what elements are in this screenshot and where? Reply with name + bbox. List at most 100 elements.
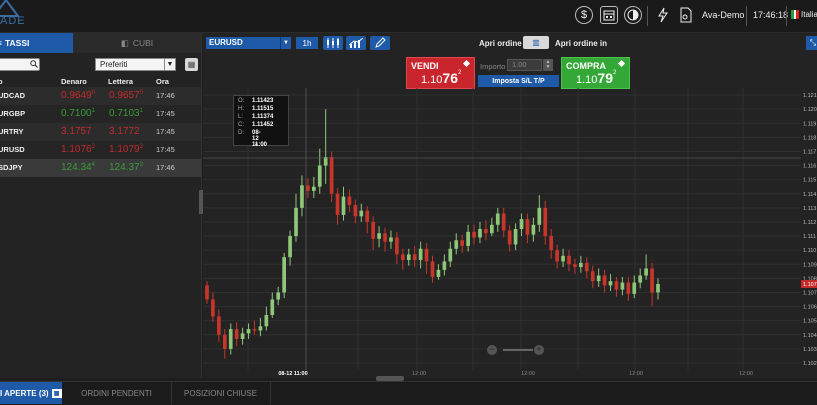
candle-body[interactable] (217, 316, 221, 335)
candle-body[interactable] (323, 157, 328, 166)
candle-body[interactable] (454, 240, 459, 249)
chevron-down-icon[interactable]: ▼ (164, 59, 175, 70)
tab-closed-positions[interactable]: POSIZIONI CHIUSE (171, 382, 271, 404)
candle-body[interactable] (602, 275, 607, 286)
rate-row[interactable]: UDCAD 0.96490 0.96570 17:46 (0, 87, 201, 105)
theme-toggle-icon[interactable] (624, 6, 642, 24)
rate-row[interactable]: SDJPY 124.344 124.373 17:46 (0, 159, 201, 177)
candlestick-icon[interactable] (323, 36, 343, 50)
candle-body[interactable] (478, 229, 482, 238)
chevron-down-icon[interactable]: ▼ (280, 37, 291, 49)
candle-body[interactable] (656, 283, 660, 293)
candle-body[interactable] (329, 157, 334, 194)
calendar-icon[interactable] (600, 6, 618, 24)
candle-body[interactable] (288, 236, 292, 258)
candle-body[interactable] (240, 333, 245, 339)
rate-bid[interactable]: 3.1757 (61, 126, 92, 137)
candle-body[interactable] (228, 329, 233, 349)
candle-body[interactable] (406, 254, 411, 261)
candle-body[interactable] (258, 326, 263, 331)
rate-bid[interactable]: 1.10762 (61, 144, 95, 155)
expand-icon[interactable]: ⤡ (806, 36, 817, 50)
candle-body[interactable] (252, 329, 257, 331)
tab-rates[interactable]: ≡ TASSI (0, 33, 73, 53)
candle-body[interactable] (282, 257, 286, 293)
candle-body[interactable] (614, 281, 619, 290)
lightning-icon[interactable] (654, 6, 672, 24)
tab-pending-orders[interactable]: ORDINI PENDENTI (62, 382, 172, 404)
candle-body[interactable] (507, 230, 512, 245)
buy-button[interactable]: COMPRA 1.10792 (561, 57, 630, 89)
candle-body[interactable] (632, 282, 637, 294)
candle-body[interactable] (543, 207, 548, 237)
candle-body[interactable] (525, 219, 530, 235)
sell-button[interactable]: VENDI 1.10762 (406, 57, 475, 89)
candle-body[interactable] (448, 248, 453, 262)
candle-body[interactable] (519, 219, 524, 229)
candle-body[interactable] (495, 213, 500, 225)
candle-body[interactable] (211, 299, 215, 317)
candle-body[interactable] (596, 275, 601, 282)
candle-body[interactable] (276, 292, 281, 300)
candle-body[interactable] (270, 299, 275, 316)
candle-body[interactable] (650, 268, 654, 293)
italy-flag-icon[interactable] (791, 10, 800, 19)
rate-ask[interactable]: 124.373 (109, 162, 143, 173)
candle-body[interactable] (620, 282, 625, 290)
candle-body[interactable] (234, 329, 239, 339)
currency-exchange-icon[interactable]: $ (575, 6, 593, 24)
language-label[interactable]: Italia (801, 10, 817, 19)
candle-body[interactable] (590, 271, 595, 282)
tab-cubes[interactable]: ◧ CUBI (73, 33, 201, 53)
candle-body[interactable] (341, 196, 346, 215)
col-bid[interactable]: Denaro (61, 77, 87, 86)
candle-body[interactable] (246, 329, 251, 334)
candle-body[interactable] (294, 207, 298, 237)
candle-body[interactable] (579, 262, 583, 268)
draw-tool-icon[interactable] (370, 36, 390, 50)
candle-body[interactable] (424, 248, 429, 262)
rate-row[interactable]: URTRY 3.1757 3.1772 17:45 (0, 123, 201, 141)
candle-body[interactable] (537, 207, 542, 225)
candle-body[interactable] (626, 282, 631, 294)
candle-body[interactable] (335, 193, 340, 215)
zoom-in-icon[interactable]: + (534, 345, 544, 355)
candle-body[interactable] (513, 229, 518, 245)
rate-row[interactable]: URUSD 1.10762 1.10792 17:45 (0, 141, 201, 159)
rate-ask[interactable]: 1.10792 (109, 144, 143, 155)
candle-body[interactable] (501, 213, 506, 231)
chevron-up-icon[interactable]: ▲ (254, 141, 259, 147)
account-name[interactable]: Ava-Demo (702, 10, 744, 20)
candle-body[interactable] (311, 186, 316, 191)
price-chart[interactable]: 1.121 1.120 1.119 1.118 1.117 1.116 1.115 1.114… (203, 88, 817, 378)
candle-body[interactable] (353, 205, 358, 217)
search-icon[interactable] (30, 60, 38, 68)
candle-body[interactable] (584, 262, 589, 272)
candle-body[interactable] (395, 237, 399, 255)
rate-ask[interactable]: 0.96570 (109, 90, 143, 101)
grid-view-icon[interactable]: ▦ (185, 58, 198, 71)
indicators-icon[interactable] (346, 36, 366, 50)
candle-body[interactable] (371, 221, 375, 239)
candle-body[interactable] (531, 224, 536, 235)
candle-body[interactable] (205, 285, 209, 300)
candle-body[interactable] (306, 185, 310, 191)
candle-body[interactable] (608, 281, 613, 286)
candle-body[interactable] (347, 196, 352, 206)
symbol-select[interactable]: EURUSD (206, 37, 290, 49)
rate-bid[interactable]: 0.71001 (61, 108, 95, 119)
candle-body[interactable] (638, 275, 643, 283)
zoom-slider[interactable] (503, 349, 533, 351)
candle-body[interactable] (549, 236, 554, 251)
candle-body[interactable] (472, 231, 476, 238)
set-sl-tp-button[interactable]: Imposta S/L T/P (478, 75, 559, 87)
candle-body[interactable] (383, 233, 387, 242)
candle-body[interactable] (264, 315, 269, 327)
candle-body[interactable] (573, 264, 577, 268)
candle-body[interactable] (377, 233, 381, 239)
zoom-out-icon[interactable]: − (487, 345, 497, 355)
candle-body[interactable] (418, 248, 423, 261)
candle-body[interactable] (460, 240, 465, 246)
rate-row[interactable]: URGBP 0.71001 0.71031 17:45 (0, 105, 201, 123)
candle-body[interactable] (400, 254, 405, 261)
